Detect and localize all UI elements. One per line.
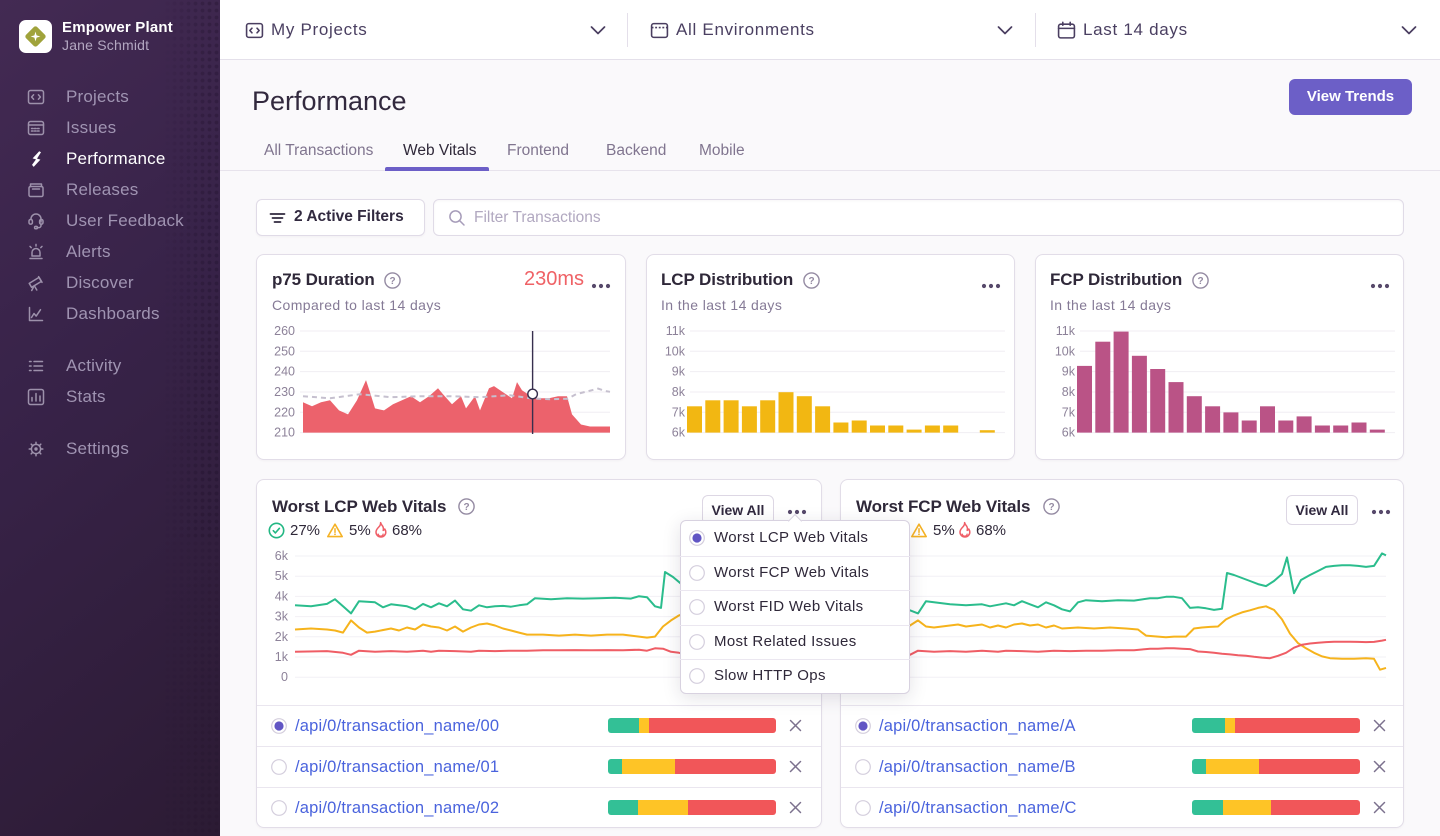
- svg-text:3k: 3k: [275, 610, 289, 624]
- svg-text:?: ?: [389, 276, 395, 287]
- svg-text:11k: 11k: [1056, 326, 1076, 338]
- svg-text:6k: 6k: [275, 549, 289, 563]
- svg-text:8k: 8k: [1062, 385, 1076, 399]
- svg-text:220: 220: [274, 405, 295, 419]
- svg-text:240: 240: [274, 365, 295, 379]
- svg-text:?: ?: [808, 276, 814, 287]
- svg-text:6k: 6k: [672, 426, 686, 438]
- svg-text:?: ?: [463, 502, 469, 513]
- svg-text:10k: 10k: [1055, 344, 1076, 358]
- svg-text:1k: 1k: [275, 650, 289, 664]
- svg-text:9k: 9k: [1062, 365, 1076, 379]
- svg-text:210: 210: [274, 426, 295, 438]
- svg-text:2k: 2k: [275, 630, 289, 644]
- svg-text:8k: 8k: [672, 385, 686, 399]
- svg-text:11k: 11k: [666, 326, 686, 338]
- svg-text:?: ?: [1048, 502, 1054, 513]
- svg-text:4k: 4k: [275, 589, 289, 603]
- svg-text:10k: 10k: [665, 344, 686, 358]
- svg-text:?: ?: [1197, 276, 1203, 287]
- svg-text:7k: 7k: [1062, 405, 1076, 419]
- svg-text:6k: 6k: [1062, 426, 1076, 438]
- svg-text:250: 250: [274, 344, 295, 358]
- svg-text:0: 0: [281, 670, 288, 684]
- svg-text:260: 260: [274, 326, 295, 338]
- svg-text:230: 230: [274, 385, 295, 399]
- svg-text:7k: 7k: [672, 405, 686, 419]
- svg-text:5k: 5k: [275, 569, 289, 583]
- svg-text:9k: 9k: [672, 365, 686, 379]
